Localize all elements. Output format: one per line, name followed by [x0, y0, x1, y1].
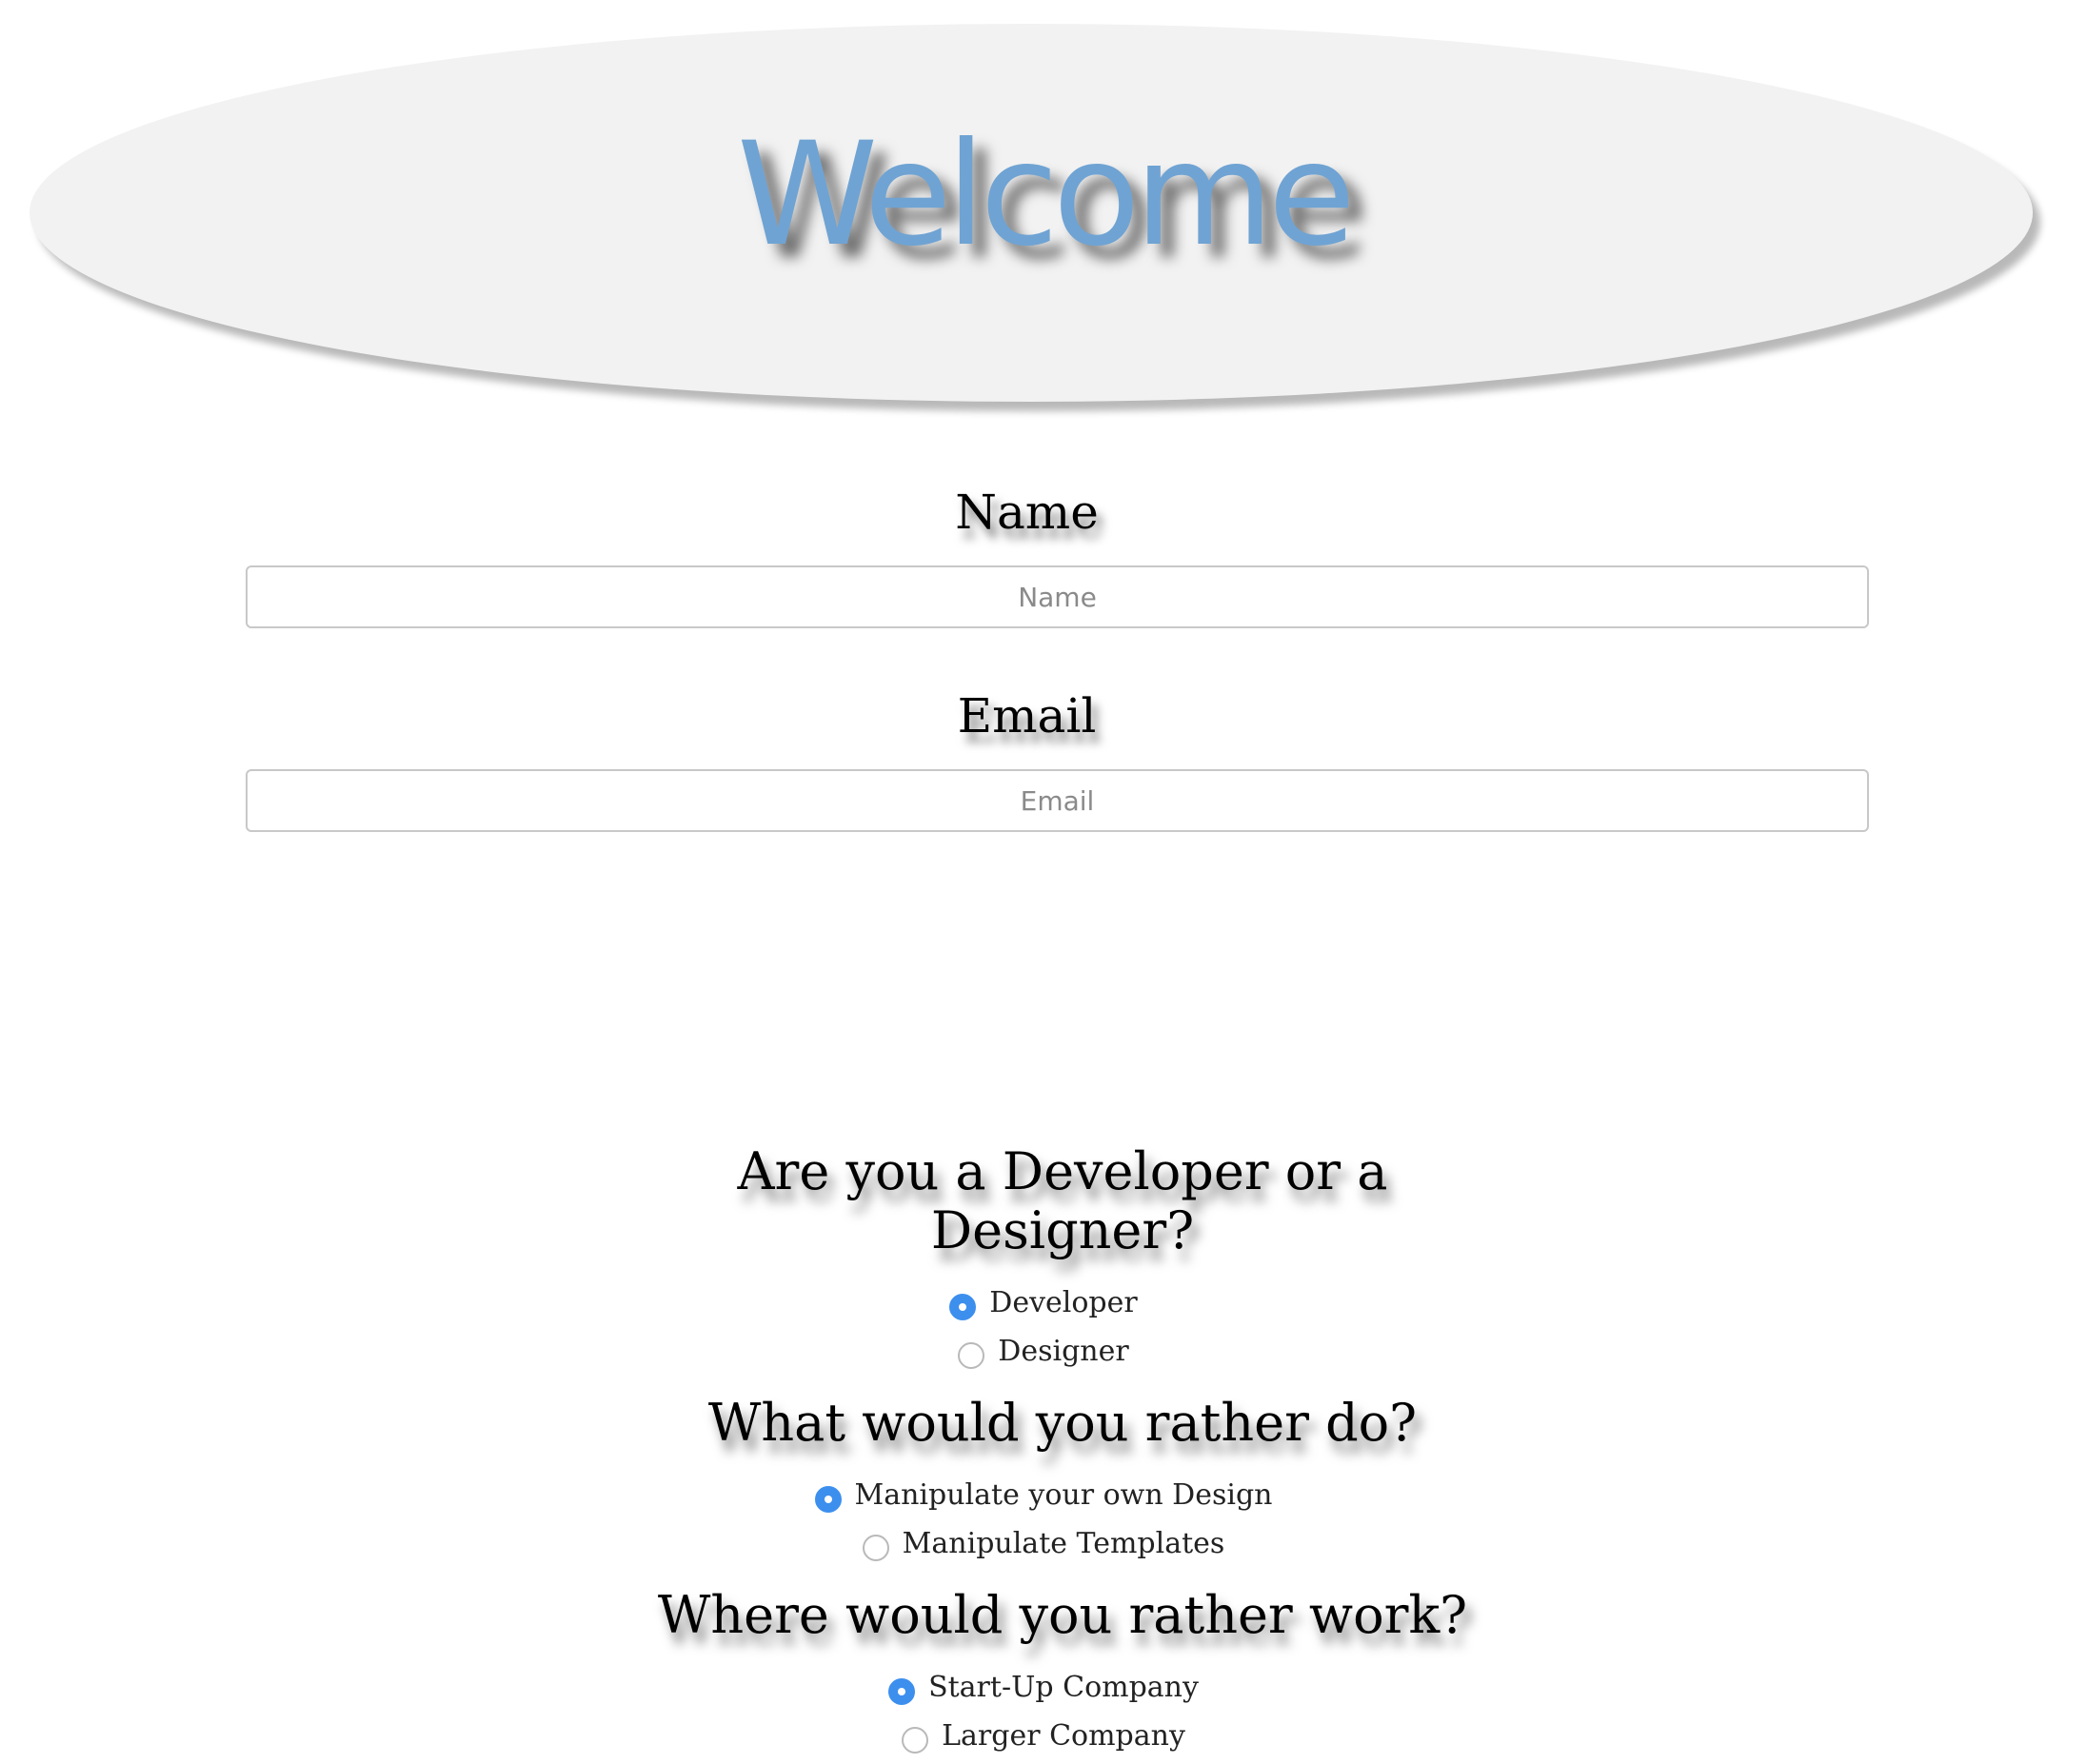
page-title: Welcome — [736, 112, 1356, 278]
question-role: Are you a Developer or a Designer? — [0, 1142, 2087, 1260]
option-developer[interactable]: Developer — [0, 1284, 2087, 1331]
question-preference-line1: What would you rather do? — [707, 1393, 1418, 1453]
option-manipulate-templates-label: Manipulate Templates — [902, 1527, 1225, 1560]
name-label: Name — [955, 485, 1099, 540]
option-startup-company[interactable]: Start-Up Company — [0, 1669, 2087, 1715]
question-role-line1: Are you a Developer or a — [737, 1141, 1388, 1201]
option-manipulate-own-design[interactable]: Manipulate your own Design — [0, 1477, 2087, 1523]
radio-larger-company[interactable] — [902, 1727, 929, 1754]
option-manipulate-templates[interactable]: Manipulate Templates — [0, 1525, 2087, 1572]
option-manipulate-own-design-label: Manipulate your own Design — [854, 1478, 1273, 1512]
radio-manipulate-templates[interactable] — [862, 1535, 889, 1561]
question-role-line2: Designer? — [930, 1200, 1195, 1260]
option-startup-company-label: Start-Up Company — [928, 1671, 1199, 1704]
option-larger-company-label: Larger Company — [942, 1719, 1185, 1753]
email-input[interactable] — [246, 769, 1869, 832]
question-workplace: Where would you rather work? — [0, 1586, 2087, 1645]
radio-manipulate-own-design[interactable] — [814, 1486, 842, 1513]
email-label: Email — [957, 688, 1097, 743]
name-input[interactable] — [246, 565, 1869, 628]
option-designer-label: Designer — [998, 1335, 1129, 1368]
radio-designer[interactable] — [958, 1342, 985, 1369]
question-workplace-line1: Where would you rather work? — [657, 1585, 1468, 1645]
radio-startup-company[interactable] — [888, 1678, 916, 1705]
radio-developer[interactable] — [949, 1294, 977, 1320]
question-preference: What would you rather do? — [0, 1394, 2087, 1453]
option-designer[interactable]: Designer — [0, 1333, 2087, 1379]
option-developer-label: Developer — [989, 1286, 1138, 1319]
